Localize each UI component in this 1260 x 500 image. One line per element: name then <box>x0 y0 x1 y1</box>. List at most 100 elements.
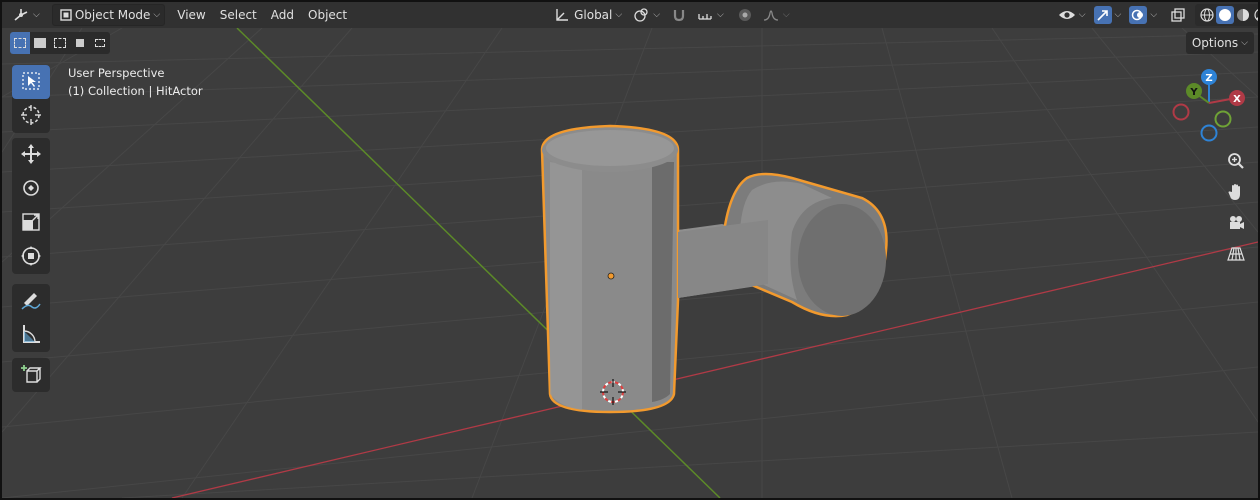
select-extend-button[interactable] <box>30 32 50 54</box>
chevron-down-icon: ⌵ <box>717 10 724 20</box>
pan-button[interactable] <box>1222 179 1250 207</box>
xray-toggle[interactable] <box>1165 4 1191 26</box>
navigation-buttons <box>1222 148 1252 272</box>
chevron-down-icon: ⌵ <box>615 10 623 20</box>
tool-rotate[interactable] <box>12 172 50 206</box>
pivot-icon <box>632 6 650 24</box>
select-extend-icon <box>34 38 46 48</box>
overlays-toggle[interactable]: ⌵ <box>1125 4 1161 26</box>
select-box-icon <box>21 71 41 94</box>
chevron-down-icon: ⌵ <box>1114 10 1122 20</box>
perspective-toggle-button[interactable] <box>1222 241 1250 269</box>
toolbar-transform-group <box>12 138 50 274</box>
transform-icon <box>20 245 42 270</box>
visibility-dropdown[interactable]: ⌵ <box>1054 4 1090 26</box>
gizmo-neg-z-handle[interactable] <box>1200 124 1218 142</box>
tool-annotate[interactable] <box>12 284 50 318</box>
select-subtract-icon <box>54 38 66 48</box>
chevron-down-icon: ⌵ <box>153 10 161 20</box>
annotate-pencil-icon <box>20 289 42 314</box>
gizmo-neg-y-handle[interactable] <box>1214 110 1232 128</box>
select-subtract-button[interactable] <box>50 32 70 54</box>
select-new-icon <box>14 38 26 48</box>
gizmo-neg-x-handle[interactable] <box>1172 103 1190 121</box>
gizmo-arrow-icon <box>1093 6 1112 24</box>
menu-view[interactable]: View <box>173 4 209 26</box>
magnet-icon <box>670 6 688 24</box>
proportional-edit-toggle[interactable] <box>732 4 758 26</box>
chevron-down-icon: ⌵ <box>1241 38 1248 48</box>
gizmo-toggle[interactable]: ⌵ <box>1090 4 1126 26</box>
mode-label: Object Mode <box>74 8 151 22</box>
selection-mode-group <box>10 32 110 54</box>
rotate-icon <box>20 177 42 202</box>
tool-add-cube[interactable] <box>12 358 50 392</box>
view-perspective-text: User Perspective <box>68 66 165 80</box>
move-icon <box>20 143 42 168</box>
cursor-icon <box>20 104 42 129</box>
add-cube-icon <box>20 363 42 388</box>
navigation-gizmo[interactable]: Z Y X <box>1172 69 1246 142</box>
solid-shading-icon[interactable] <box>1216 6 1235 24</box>
object-mode-icon <box>57 6 75 24</box>
chevron-down-icon: ⌵ <box>1150 10 1158 20</box>
chevron-down-icon: ⌵ <box>782 10 790 20</box>
zoom-magnifier-icon <box>1227 152 1245 173</box>
falloff-dropdown[interactable]: ⌵ <box>758 4 794 26</box>
hand-icon <box>1227 183 1245 204</box>
toolbar-annotate-group <box>12 284 50 352</box>
gizmo-y-label: Y <box>1189 87 1198 98</box>
select-invert-button[interactable] <box>70 32 90 54</box>
falloff-curve-icon <box>762 6 780 24</box>
options-label: Options <box>1191 36 1239 50</box>
select-new-button[interactable] <box>10 32 30 54</box>
snap-target-dropdown[interactable]: ⌵ <box>692 4 728 26</box>
camera-icon <box>1227 214 1245 235</box>
options-dropdown[interactable]: Options ⌵ <box>1185 32 1254 54</box>
proportional-edit-icon <box>736 6 754 24</box>
mode-dropdown[interactable]: Object Mode ⌵ <box>51 4 166 26</box>
transform-orientation-icon <box>553 6 571 24</box>
zoom-button[interactable] <box>1222 148 1250 176</box>
pivot-point-dropdown[interactable]: ⌵ <box>628 4 664 26</box>
select-invert-icon <box>76 39 84 47</box>
tool-cursor[interactable] <box>12 99 50 133</box>
rendered-shading-icon[interactable] <box>1252 6 1258 24</box>
xray-icon <box>1169 6 1187 24</box>
toolbar-add-group <box>12 358 50 392</box>
measure-ruler-icon <box>20 323 42 348</box>
snap-increment-icon <box>696 6 714 24</box>
collection-object-text: (1) Collection | HitActor <box>68 84 203 98</box>
material-shading-icon[interactable] <box>1234 6 1252 24</box>
tool-move[interactable] <box>12 138 50 172</box>
editor-type-icon <box>12 6 30 24</box>
grid-perspective-icon <box>1227 245 1245 266</box>
orientation-label: Global <box>574 8 613 22</box>
gizmo-x-label: X <box>1233 94 1241 105</box>
viewport-header: ⌵ Object Mode ⌵ View Select Add Object G… <box>2 2 1258 28</box>
viewport-info-overlay: User Perspective (1) Collection | HitAct… <box>68 64 203 100</box>
toolbar-select-group <box>12 65 50 133</box>
tool-scale[interactable] <box>12 206 50 240</box>
chevron-down-icon: ⌵ <box>33 10 40 20</box>
editor-type-button[interactable]: ⌵ <box>8 4 44 26</box>
tool-transform[interactable] <box>12 240 50 274</box>
gizmo-z-label: Z <box>1205 73 1212 84</box>
chevron-down-icon: ⌵ <box>1078 10 1086 20</box>
scale-icon <box>20 211 42 236</box>
menu-object[interactable]: Object <box>304 4 351 26</box>
wireframe-shading-icon[interactable] <box>1198 6 1216 24</box>
tool-measure[interactable] <box>12 318 50 352</box>
snap-toggle[interactable] <box>666 4 692 26</box>
shading-mode-group: ⌵ <box>1195 4 1258 26</box>
tool-select-box[interactable] <box>12 65 50 99</box>
camera-view-button[interactable] <box>1222 210 1250 238</box>
select-intersect-icon <box>95 39 105 47</box>
eye-icon <box>1058 6 1076 24</box>
menu-add[interactable]: Add <box>267 4 298 26</box>
hitactor-mesh[interactable] <box>540 124 888 414</box>
select-intersect-button[interactable] <box>90 32 110 54</box>
menu-select[interactable]: Select <box>216 4 261 26</box>
overlay-circles-icon <box>1129 6 1148 24</box>
orientation-dropdown[interactable]: Global ⌵ <box>549 4 626 26</box>
